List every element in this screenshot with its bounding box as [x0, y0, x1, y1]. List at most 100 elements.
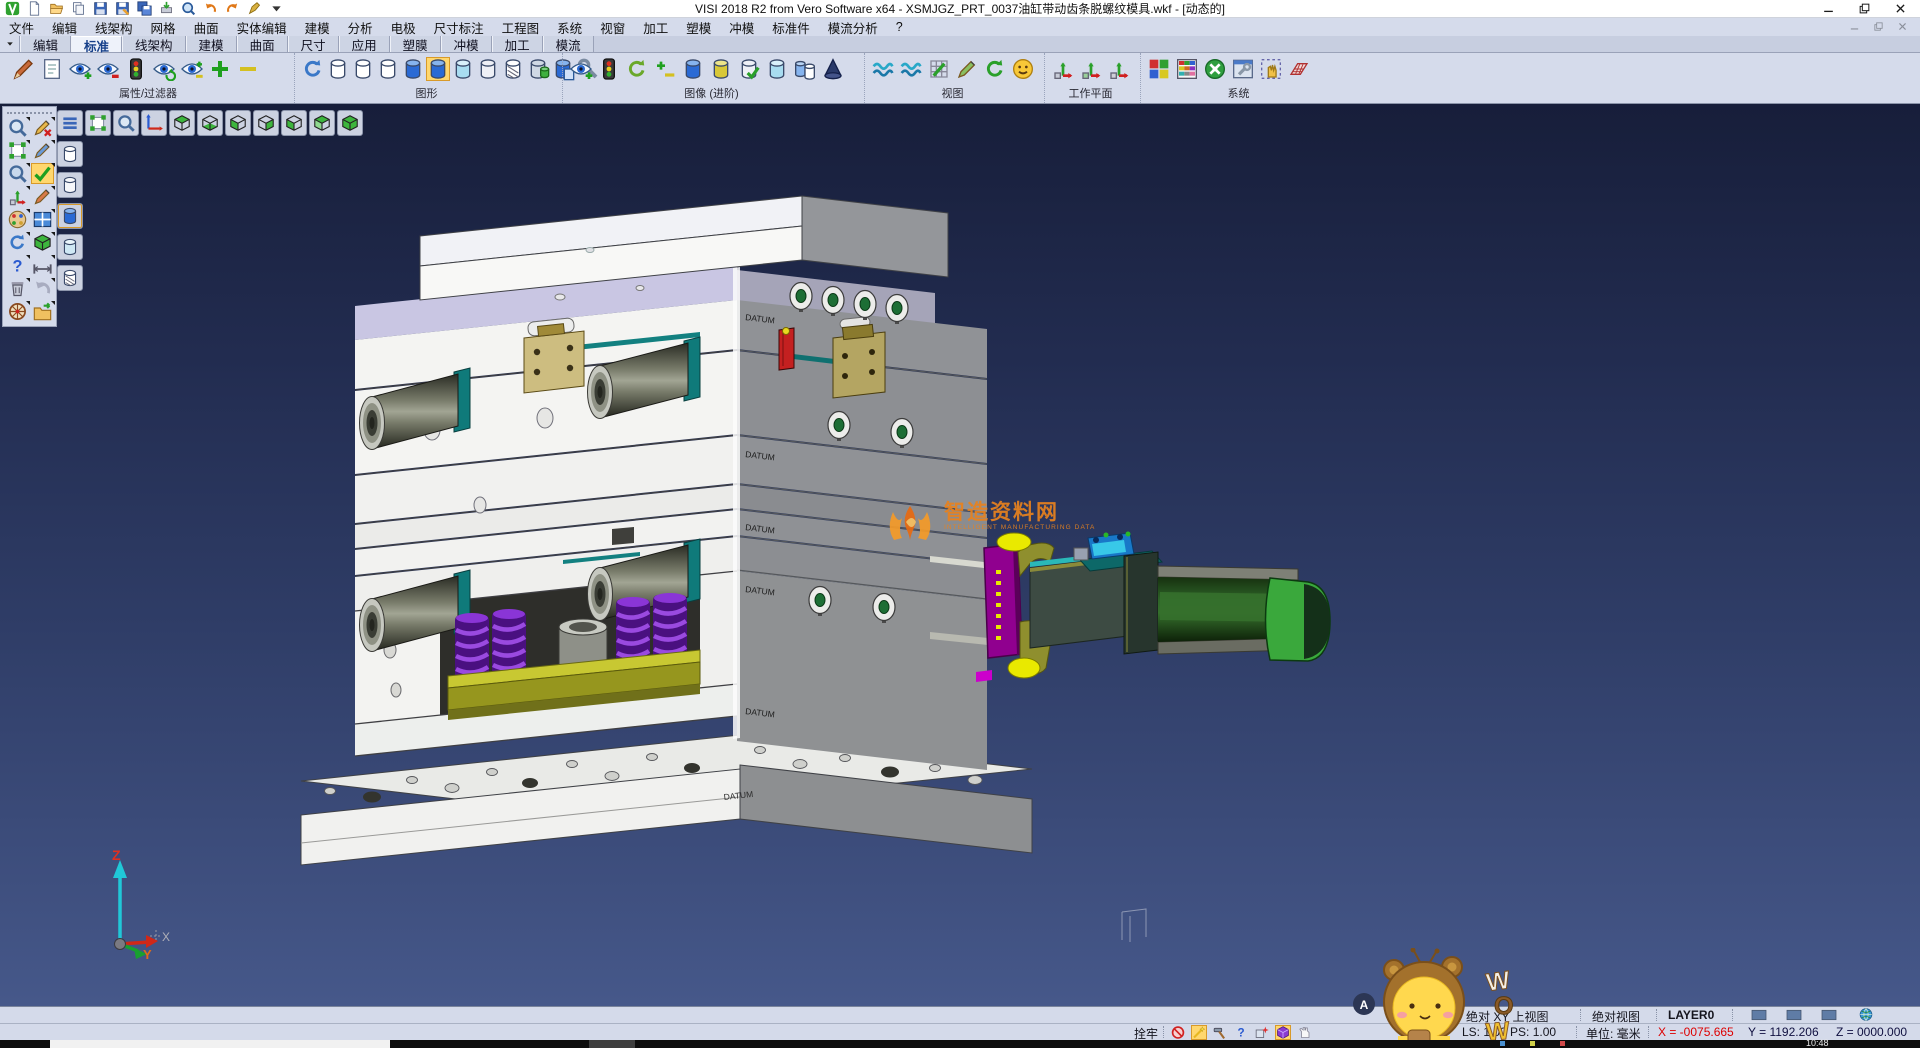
curve-sketch-icon[interactable] — [31, 186, 54, 207]
status-search-icon[interactable] — [1444, 1008, 1460, 1023]
world-view-icon[interactable] — [1858, 1007, 1874, 1022]
help-icon[interactable]: ? — [6, 255, 29, 276]
maximize-button[interactable] — [1846, 0, 1882, 17]
valve-block[interactable] — [1088, 532, 1134, 560]
side-view-icon[interactable] — [281, 110, 307, 136]
export-image-icon[interactable] — [31, 301, 54, 322]
print-preview-icon[interactable] — [181, 1, 196, 16]
tools-icon[interactable] — [1212, 1025, 1228, 1040]
view-face-icon[interactable] — [1011, 57, 1035, 81]
wireframe-display-icon[interactable] — [326, 57, 350, 81]
tab-plastic[interactable]: 塑膜 — [390, 36, 441, 52]
mdi-close-button[interactable] — [1890, 18, 1914, 35]
show-entities-icon[interactable] — [68, 57, 92, 81]
tab-application[interactable]: 应用 — [339, 36, 390, 52]
close-button[interactable] — [1882, 0, 1918, 17]
invert-visibility-icon[interactable] — [180, 57, 204, 81]
active-layer-indicator[interactable]: LAYER0 — [1668, 1008, 1714, 1022]
tab-modeling[interactable]: 建模 — [186, 36, 237, 52]
zoom-scale-icon[interactable] — [6, 163, 29, 184]
hide-entities-icon[interactable] — [96, 57, 120, 81]
zoom-grid-icon[interactable] — [927, 57, 951, 81]
menu-help[interactable]: ? — [887, 19, 912, 35]
layer-color-swatch-3[interactable] — [1814, 1008, 1844, 1022]
render-copy-icon[interactable] — [526, 57, 550, 81]
tab-moldflow[interactable]: 模流 — [543, 36, 594, 52]
workplane-origin-icon[interactable] — [1051, 57, 1075, 81]
advanced-view-icon[interactable] — [569, 57, 593, 81]
tray-icon[interactable] — [1500, 1041, 1505, 1046]
tab-die[interactable]: 冲模 — [441, 36, 492, 52]
compare-image-icon[interactable] — [793, 57, 817, 81]
tray-icon[interactable] — [1530, 1041, 1535, 1046]
invert-image-icon[interactable] — [653, 57, 677, 81]
menu-wireframe[interactable]: 线架构 — [86, 17, 142, 38]
insert-model-icon[interactable] — [71, 1, 86, 16]
regen-graphics-icon[interactable] — [301, 57, 325, 81]
regenerate-icon[interactable] — [6, 232, 29, 253]
workplane-align-icon[interactable] — [1079, 57, 1103, 81]
zoom-window-icon[interactable] — [113, 110, 139, 136]
layer-color-swatch-1[interactable] — [1744, 1008, 1774, 1022]
bottom-view-icon[interactable] — [197, 110, 223, 136]
markup-icon[interactable] — [247, 1, 262, 16]
reference-point-icon[interactable] — [1254, 1025, 1270, 1040]
ucs-axis-icon[interactable] — [141, 110, 167, 136]
zoom-selection-icon[interactable] — [6, 117, 29, 138]
transparent-image-icon[interactable] — [765, 57, 789, 81]
sketch-display-icon[interactable] — [501, 57, 525, 81]
move-ucs-icon[interactable] — [6, 186, 29, 207]
viewport-layout-icon[interactable] — [31, 209, 54, 230]
menu-standard-parts[interactable]: 标准件 — [763, 17, 819, 38]
undo-view-icon[interactable] — [31, 278, 54, 299]
back-view-icon[interactable] — [253, 110, 279, 136]
undo-icon[interactable] — [203, 1, 218, 16]
hidden-line-mode-icon[interactable] — [57, 172, 83, 198]
ghost-display-icon[interactable] — [476, 57, 500, 81]
sketch-view-icon[interactable] — [955, 57, 979, 81]
shadow-image-icon[interactable] — [821, 57, 845, 81]
tray-icon[interactable] — [1560, 1041, 1565, 1046]
menu-plastic-mold[interactable]: 塑模 — [677, 17, 720, 38]
refresh-view-icon[interactable] — [983, 57, 1007, 81]
textured-image-icon[interactable] — [709, 57, 733, 81]
shaded-view-icon[interactable] — [337, 110, 363, 136]
solid-preview-icon[interactable] — [31, 232, 54, 253]
dynamic-rotate-icon[interactable] — [1275, 1025, 1291, 1040]
tab-wireframe[interactable]: 线架构 — [122, 36, 186, 52]
delete-icon[interactable] — [6, 278, 29, 299]
viewport-3d[interactable]: DATUM — [0, 104, 1920, 1006]
mdi-minimize-button[interactable] — [1842, 18, 1866, 35]
menu-die[interactable]: 冲模 — [720, 17, 763, 38]
render-options-icon[interactable] — [6, 209, 29, 230]
solid-image-icon[interactable] — [681, 57, 705, 81]
glove-select-icon[interactable] — [1296, 1025, 1312, 1040]
verify-image-icon[interactable] — [737, 57, 761, 81]
hidden-line-display-icon[interactable] — [351, 57, 375, 81]
cylinder-end-cap[interactable] — [1266, 578, 1331, 661]
snap-disable-icon[interactable] — [1170, 1025, 1186, 1040]
shaded-mode-icon[interactable] — [57, 203, 83, 229]
workplane-entity-icon[interactable] — [1107, 57, 1131, 81]
taskbar-segment[interactable] — [589, 1040, 635, 1048]
dashed-hidden-display-icon[interactable] — [376, 57, 400, 81]
dynamic-view-icon[interactable] — [871, 57, 895, 81]
selection-options-icon[interactable] — [1259, 57, 1283, 81]
minimize-button[interactable] — [1810, 0, 1846, 17]
menu-moldflow[interactable]: 模流分析 — [819, 17, 887, 38]
advanced-filter-icon[interactable] — [597, 57, 621, 81]
filter-remove-icon[interactable] — [236, 57, 260, 81]
measure-icon[interactable] — [31, 255, 54, 276]
tab-standard[interactable]: 标准 — [71, 36, 122, 52]
save-icon[interactable] — [93, 1, 108, 16]
tab-dimension[interactable]: 尺寸 — [288, 36, 339, 52]
tab-dropdown-button[interactable] — [0, 36, 20, 52]
pan-view-icon[interactable] — [899, 57, 923, 81]
shaded-edges-display-icon[interactable] — [426, 57, 450, 81]
open-file-icon[interactable] — [49, 1, 64, 16]
fit-view-icon[interactable] — [6, 140, 29, 161]
save-all-icon[interactable] — [137, 1, 152, 16]
top-view-icon[interactable] — [169, 110, 195, 136]
layer-color-swatch-2[interactable] — [1779, 1008, 1809, 1022]
erase-sketch-icon[interactable] — [31, 117, 54, 138]
